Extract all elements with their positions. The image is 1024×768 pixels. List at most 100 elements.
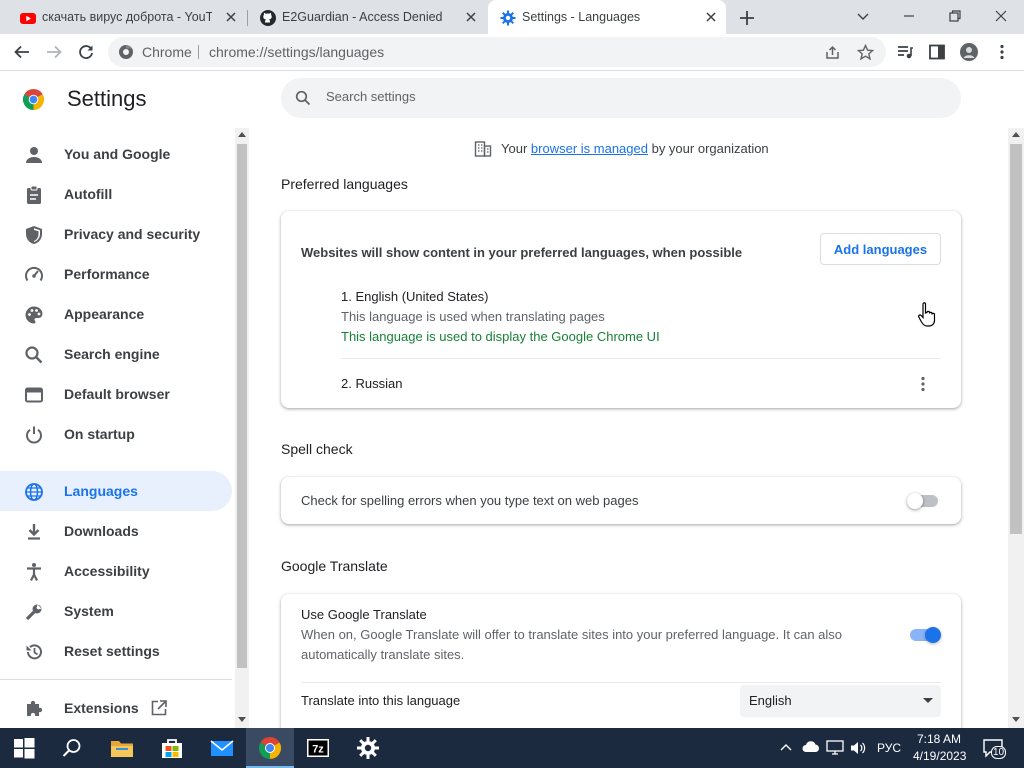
- more-menu-icon[interactable]: [993, 43, 1011, 61]
- sidebar-item-extensions[interactable]: Extensions: [0, 688, 232, 728]
- language-name: 2. Russian: [341, 376, 403, 391]
- chevron-up-icon[interactable]: [779, 741, 793, 755]
- clock-date[interactable]: 4/19/2023: [913, 749, 966, 763]
- close-window-button[interactable]: [978, 0, 1024, 32]
- person-icon: [24, 145, 44, 165]
- address-bar[interactable]: Chrome chrome://settings/languages: [108, 37, 886, 67]
- input-language-indicator[interactable]: РУС: [877, 741, 901, 755]
- sidebar-item-label: On startup: [64, 426, 135, 442]
- section-title-spell-check: Spell check: [281, 441, 353, 457]
- taskbar-7zip[interactable]: 7z: [294, 728, 342, 768]
- close-icon[interactable]: [223, 9, 239, 25]
- taskbar-search-button[interactable]: [48, 728, 96, 768]
- translate-language-select[interactable]: English: [740, 685, 941, 717]
- folder-icon: [111, 741, 133, 757]
- taskbar-store[interactable]: [148, 728, 196, 768]
- sidebar-item-search-engine[interactable]: Search engine: [0, 334, 232, 374]
- start-button[interactable]: [0, 728, 48, 768]
- power-icon: [24, 425, 44, 445]
- back-button[interactable]: [13, 43, 31, 61]
- select-value: English: [749, 693, 792, 708]
- managed-notice: Your browser is managed by your organiza…: [474, 140, 794, 158]
- sidebar-item-label: Languages: [64, 483, 138, 499]
- spell-check-toggle[interactable]: [907, 493, 941, 509]
- sidebar-item-on-startup[interactable]: On startup: [0, 414, 232, 454]
- close-icon[interactable]: [703, 9, 719, 25]
- add-languages-button[interactable]: Add languages: [820, 233, 941, 265]
- sidebar-item-label: Privacy and security: [64, 226, 201, 242]
- clock-time[interactable]: 7:18 AM: [917, 732, 961, 746]
- chevron-down-icon: [857, 13, 869, 20]
- github-icon: [260, 10, 276, 26]
- translate-toggle[interactable]: [907, 627, 941, 643]
- sidebar-item-reset-settings[interactable]: Reset settings: [0, 631, 232, 671]
- sidebar-item-autofill[interactable]: Autofill: [0, 174, 232, 214]
- sidebar-item-downloads[interactable]: Downloads: [0, 511, 232, 551]
- notification-center-icon[interactable]: 10: [982, 738, 1008, 760]
- media-controls-icon[interactable]: [896, 43, 914, 61]
- windows-taskbar: 7z РУС 7:18 AM 4/19/2023 10: [0, 728, 1024, 768]
- sidebar-item-label: Search engine: [64, 346, 160, 362]
- side-panel-icon[interactable]: [928, 43, 946, 61]
- sidebar-scrollbar[interactable]: [235, 128, 249, 728]
- wrench-icon: [24, 602, 44, 622]
- more-vert-icon[interactable]: [913, 374, 933, 394]
- share-icon[interactable]: [824, 44, 841, 61]
- sidebar-item-appearance[interactable]: Appearance: [0, 294, 232, 334]
- onedrive-cloud-icon[interactable]: [802, 740, 820, 754]
- restore-icon: [949, 10, 961, 22]
- new-tab-button[interactable]: [738, 9, 756, 27]
- sidebar-item-performance[interactable]: Performance: [0, 254, 232, 294]
- close-icon[interactable]: [463, 9, 479, 25]
- chrome-page-icon[interactable]: [118, 44, 134, 60]
- managed-link[interactable]: browser is managed: [531, 141, 648, 156]
- palette-icon: [24, 305, 44, 325]
- browser-toolbar: Chrome chrome://settings/languages: [0, 34, 1024, 71]
- taskbar-settings[interactable]: [344, 728, 392, 768]
- sidebar-item-label: You and Google: [64, 146, 171, 162]
- reset-history-icon: [24, 642, 44, 662]
- tab-title: скачать вирус доброта - YouTube: [42, 10, 212, 24]
- scrollbar-thumb[interactable]: [237, 144, 247, 668]
- sidebar-item-label: Default browser: [64, 386, 170, 402]
- settings-search[interactable]: [281, 78, 961, 118]
- tab-youtube[interactable]: скачать вирус доброта - YouTube: [8, 0, 246, 34]
- tab-settings-languages[interactable]: Settings - Languages: [488, 0, 726, 34]
- tab-strip: скачать вирус доброта - YouTube E2Guardi…: [0, 0, 1024, 34]
- restore-button[interactable]: [932, 0, 978, 32]
- forward-button[interactable]: [45, 43, 63, 61]
- mail-icon: [210, 740, 234, 756]
- sidebar-item-default-browser[interactable]: Default browser: [0, 374, 232, 414]
- star-icon[interactable]: [857, 44, 874, 61]
- chrome-logo-icon: [22, 88, 45, 111]
- network-icon[interactable]: [826, 740, 844, 756]
- reload-button[interactable]: [77, 43, 95, 61]
- page-title: Settings: [67, 86, 147, 111]
- scrollbar-thumb[interactable]: [1010, 144, 1022, 534]
- sidebar-item-privacy[interactable]: Privacy and security: [0, 214, 232, 254]
- gear-icon: [357, 737, 379, 759]
- sidebar-item-you-and-google[interactable]: You and Google: [0, 134, 232, 174]
- tab-search-button[interactable]: [840, 0, 886, 32]
- taskbar-mail[interactable]: [198, 728, 246, 768]
- section-title-preferred-languages: Preferred languages: [281, 176, 408, 192]
- sidebar-item-accessibility[interactable]: Accessibility: [0, 551, 232, 591]
- tab-e2guardian[interactable]: E2Guardian - Access Denied: [248, 0, 486, 34]
- profile-avatar-icon[interactable]: [960, 43, 978, 61]
- taskbar-chrome[interactable]: [246, 728, 294, 768]
- shield-icon: [24, 225, 44, 245]
- volume-icon[interactable]: [849, 740, 867, 756]
- sidebar-item-label: Appearance: [64, 306, 145, 322]
- search-input[interactable]: [326, 89, 926, 104]
- url-text[interactable]: chrome://settings/languages: [209, 44, 384, 60]
- sidebar-item-system[interactable]: System: [0, 591, 232, 631]
- minimize-button[interactable]: [886, 0, 932, 32]
- sidebar-item-languages[interactable]: Languages: [0, 471, 232, 511]
- taskbar-file-explorer[interactable]: [98, 728, 146, 768]
- preferred-languages-card: Websites will show content in your prefe…: [281, 211, 961, 408]
- reload-icon: [79, 45, 93, 59]
- 7zip-icon: 7z: [307, 739, 329, 757]
- divider: [0, 679, 232, 680]
- chrome-logo-icon: [258, 737, 282, 759]
- main-scrollbar[interactable]: [1008, 128, 1024, 728]
